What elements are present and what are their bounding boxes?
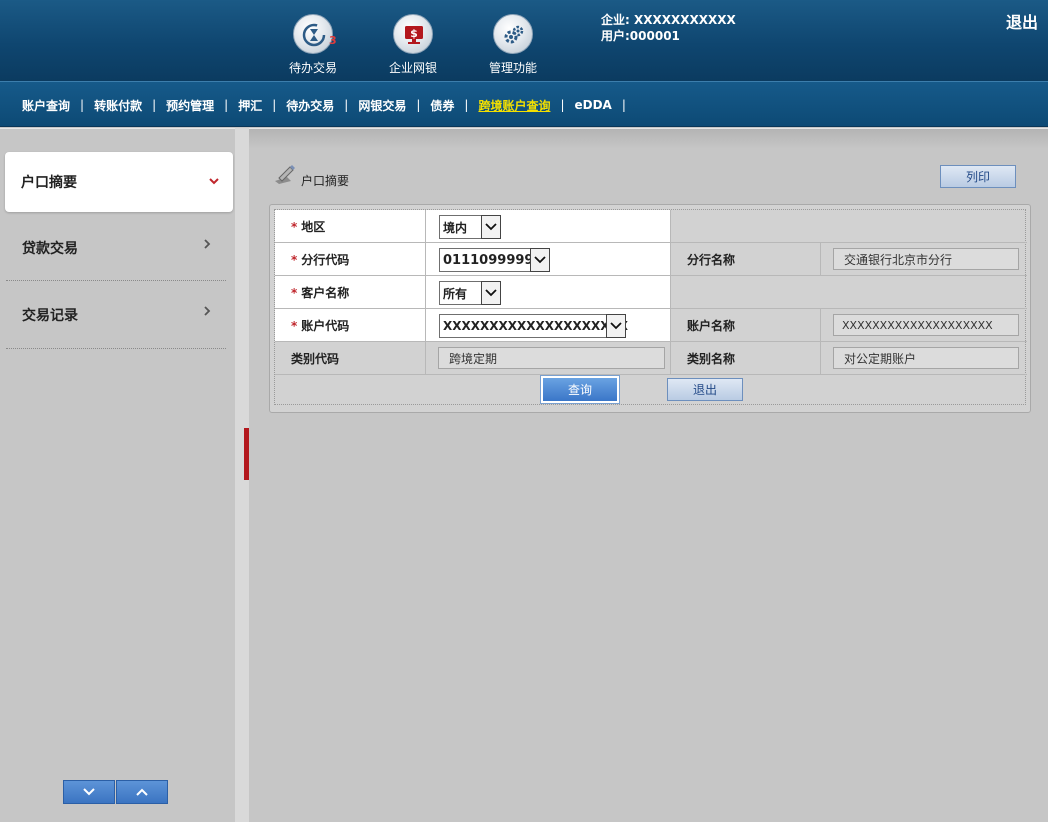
main-nav: 账户查询 | 转账付款 | 预约管理 | 押汇 | 待办交易 | 网银交易 | 债券 | 跨境… xyxy=(0,81,1048,127)
customer-name-label: * 客户名称 xyxy=(291,285,350,301)
scroll-down-button[interactable] xyxy=(63,780,115,804)
nav-item-edda[interactable]: eDDA | xyxy=(575,98,636,112)
main-content: 户口摘要 列印 * 地区 境内 * 分行代码 01110999999 分行名称 … xyxy=(249,128,1048,822)
exit-button[interactable]: 退出 xyxy=(667,378,743,401)
category-code-label: 类别代码 xyxy=(291,352,340,366)
chevron-down-icon xyxy=(530,248,550,272)
query-button[interactable]: 查询 xyxy=(541,376,619,403)
pending-transactions-shortcut[interactable]: 3 待办交易 xyxy=(273,14,353,76)
management-label: 管理功能 xyxy=(488,61,537,75)
sidebar: 户口摘要 贷款交易 交易记录 xyxy=(0,128,235,822)
nav-item-online-transactions[interactable]: 网银交易 | xyxy=(358,97,430,114)
customer-name-select[interactable]: 所有 xyxy=(439,281,501,305)
chevron-down-icon xyxy=(481,281,501,305)
section-title: 户口摘要 xyxy=(273,163,349,189)
sidebar-item-label: 贷款交易 xyxy=(22,241,78,257)
branch-code-label: * 分行代码 xyxy=(291,252,350,268)
sidebar-divider xyxy=(6,280,226,281)
query-form: * 地区 境内 * 分行代码 01110999999 分行名称 交通银行北京市分行 xyxy=(269,204,1031,413)
corporate-banking-label: 企业网银 xyxy=(388,61,437,75)
sidebar-item-label: 交易记录 xyxy=(22,308,78,324)
svg-text:$: $ xyxy=(410,27,418,40)
nav-item-bills[interactable]: 押汇 | xyxy=(238,97,286,114)
pencil-icon xyxy=(273,163,297,189)
account-code-label: * 账户代码 xyxy=(291,318,350,334)
chevron-up-icon xyxy=(136,788,148,796)
section-title-text: 户口摘要 xyxy=(301,174,350,188)
management-shortcut[interactable]: 管理功能 xyxy=(473,14,553,76)
nav-item-account-inquiry[interactable]: 账户查询 | xyxy=(22,97,94,114)
user-id: 用户:000001 xyxy=(601,29,680,43)
nav-item-scheduled[interactable]: 预约管理 | xyxy=(166,97,238,114)
user-info: 企业: XXXXXXXXXXX 用户:000001 xyxy=(601,12,736,44)
gears-icon xyxy=(493,14,533,54)
nav-item-pending[interactable]: 待办交易 | xyxy=(286,97,358,114)
region-label: * 地区 xyxy=(291,219,326,235)
category-name-label: 类别名称 xyxy=(687,352,736,366)
sidebar-scroll-buttons xyxy=(63,780,168,804)
category-code-field: 跨境定期 xyxy=(438,347,665,369)
nav-item-bonds[interactable]: 债券 | xyxy=(430,97,478,114)
pending-transactions-label: 待办交易 xyxy=(288,61,337,75)
account-code-select[interactable]: XXXXXXXXXXXXXXXXXXXX xyxy=(439,314,628,338)
company-name: 企业: XXXXXXXXXXX xyxy=(601,13,736,27)
chevron-right-icon xyxy=(202,237,212,253)
sidebar-divider xyxy=(6,348,226,349)
nav-item-cross-border[interactable]: 跨境账户查询 | xyxy=(478,97,574,114)
branch-name-label: 分行名称 xyxy=(687,253,736,267)
sidebar-item-transaction-records[interactable]: 交易记录 xyxy=(6,282,226,348)
account-name-field: XXXXXXXXXXXXXXXXXXXX xyxy=(833,314,1019,336)
scroll-up-button[interactable] xyxy=(116,780,168,804)
nav-item-transfer[interactable]: 转账付款 | xyxy=(94,97,166,114)
pending-count-badge: 3 xyxy=(329,34,337,47)
sidebar-item-loans[interactable]: 贷款交易 xyxy=(6,215,226,281)
chevron-down-icon xyxy=(83,788,95,796)
chevron-down-icon xyxy=(481,215,501,239)
print-button[interactable]: 列印 xyxy=(940,165,1016,188)
branch-code-select[interactable]: 01110999999 xyxy=(439,248,550,272)
logout-link[interactable]: 退出 xyxy=(1006,9,1038,33)
sidebar-item-account-summary[interactable]: 户口摘要 xyxy=(5,152,233,212)
branch-name-field: 交通银行北京市分行 xyxy=(833,248,1019,270)
chevron-down-icon xyxy=(606,314,626,338)
chevron-down-icon xyxy=(209,174,219,190)
category-name-field: 对公定期账户 xyxy=(833,347,1019,369)
form-row xyxy=(275,210,1027,243)
sidebar-item-label: 户口摘要 xyxy=(21,175,77,191)
monitor-dollar-icon: $ xyxy=(393,14,433,54)
hourglass-refresh-icon xyxy=(293,14,333,54)
chevron-right-icon xyxy=(202,304,212,320)
account-name-label: 账户名称 xyxy=(687,319,736,333)
app-header: 3 待办交易 $ 企业网银 管理功能 企业: XXXXXXXXXXX 用户:00… xyxy=(0,0,1048,81)
corporate-banking-shortcut[interactable]: $ 企业网银 xyxy=(373,14,453,76)
form-row xyxy=(275,276,1027,309)
region-select[interactable]: 境内 xyxy=(439,215,501,239)
